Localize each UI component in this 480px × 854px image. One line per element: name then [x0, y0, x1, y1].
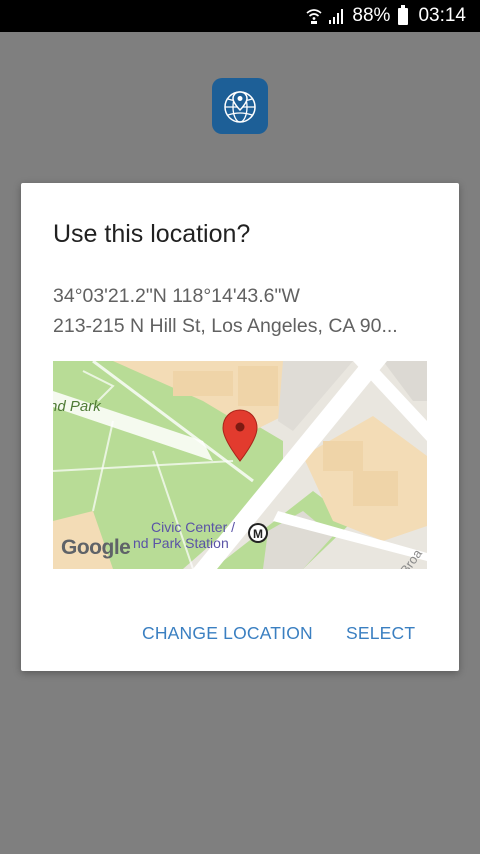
location-dialog: Use this location? 34°03'21.2"N 118°14'4…: [21, 183, 459, 671]
wifi-calling-icon: [306, 7, 322, 25]
status-bar: 88% 03:14: [0, 0, 480, 32]
map-label-station-2: nd Park Station: [133, 535, 229, 551]
select-button[interactable]: SELECT: [346, 623, 415, 644]
battery-icon: [398, 4, 409, 25]
map-label-station-1: Civic Center /: [151, 519, 235, 535]
coordinates-text: 34°03'21.2"N 118°14'43.6"W: [53, 285, 300, 307]
metro-station-icon: M: [248, 523, 268, 543]
globe-location-icon: [224, 91, 256, 123]
map-preview[interactable]: nd Park Civic Center / nd Park Station B…: [53, 361, 427, 569]
map-label-park: nd Park: [53, 398, 102, 415]
app-globe-icon: [212, 78, 268, 134]
dialog-title: Use this location?: [53, 220, 251, 248]
clock: 03:14: [418, 5, 466, 26]
battery-percent: 88%: [352, 5, 391, 26]
google-attribution: Google: [61, 536, 130, 559]
metro-badge-letter: M: [253, 527, 263, 541]
change-location-button[interactable]: CHANGE LOCATION: [142, 623, 313, 644]
address-text: 213-215 N Hill St, Los Angeles, CA 90...: [53, 315, 398, 337]
signal-icon: [328, 8, 346, 24]
